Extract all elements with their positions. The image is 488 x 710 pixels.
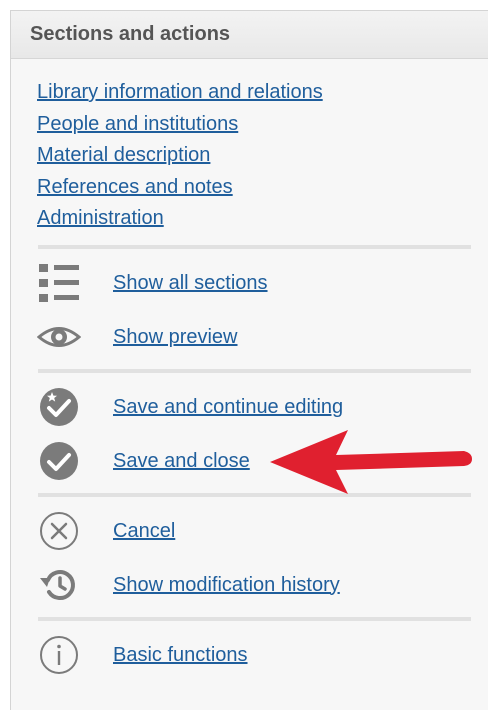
red-arrow-icon (270, 430, 472, 494)
link-material-description[interactable]: Material description (37, 140, 323, 172)
panel-title: Sections and actions (30, 23, 231, 45)
sections-actions-panel: Sections and actions Library information… (10, 10, 488, 710)
link-people-institutions[interactable]: People and institutions (37, 109, 323, 141)
action-save-close[interactable]: Save and close (37, 441, 250, 481)
history-icon (37, 565, 81, 605)
divider (38, 369, 471, 373)
basic-functions-link[interactable]: Basic functions (113, 644, 248, 667)
divider (38, 245, 471, 249)
list-icon (37, 263, 81, 303)
info-icon (37, 635, 81, 675)
check-star-icon (37, 387, 81, 427)
action-cancel[interactable]: Cancel (37, 511, 175, 551)
link-references-notes[interactable]: References and notes (37, 172, 323, 204)
check-circle-icon (37, 441, 81, 481)
save-close-link[interactable]: Save and close (113, 450, 250, 473)
panel-header: Sections and actions (11, 11, 488, 59)
action-basic-functions[interactable]: Basic functions (37, 635, 248, 675)
section-links: Library information and relations People… (37, 77, 323, 235)
action-modification-history[interactable]: Show modification history (37, 565, 340, 605)
modification-history-link[interactable]: Show modification history (113, 574, 340, 597)
action-save-continue[interactable]: Save and continue editing (37, 387, 343, 427)
x-circle-icon (37, 511, 81, 551)
divider (38, 617, 471, 621)
save-continue-link[interactable]: Save and continue editing (113, 396, 343, 419)
show-all-sections-link[interactable]: Show all sections (113, 272, 268, 295)
link-library-information[interactable]: Library information and relations (37, 77, 323, 109)
action-show-preview[interactable]: Show preview (37, 317, 238, 357)
eye-icon (37, 317, 81, 357)
cancel-link[interactable]: Cancel (113, 520, 175, 543)
show-preview-link[interactable]: Show preview (113, 326, 238, 349)
link-administration[interactable]: Administration (37, 203, 323, 235)
action-show-all-sections[interactable]: Show all sections (37, 263, 268, 303)
